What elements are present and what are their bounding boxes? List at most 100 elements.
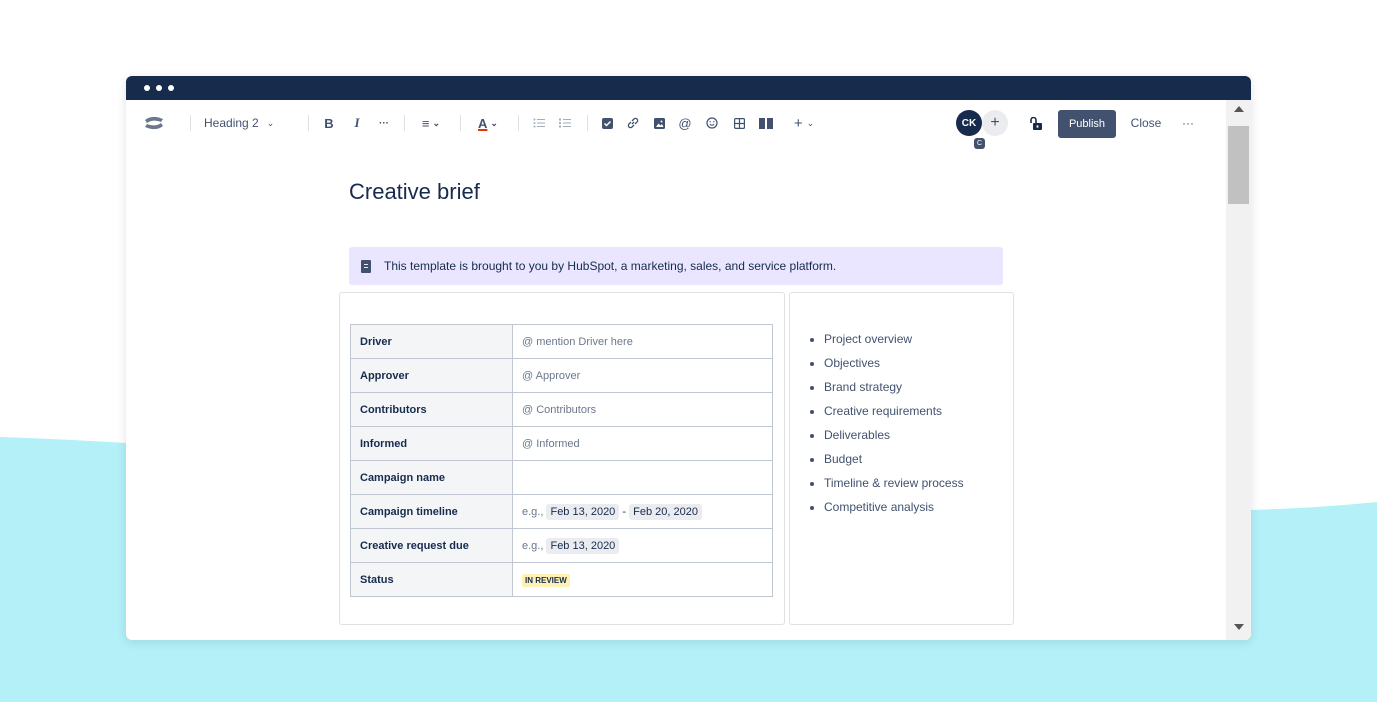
- status-badge[interactable]: IN REVIEW: [522, 573, 570, 587]
- driver-mention-field[interactable]: @ mention Driver here: [512, 324, 773, 359]
- brief-table: Driver @ mention Driver here Approver @ …: [350, 324, 773, 597]
- vertical-scrollbar[interactable]: [1226, 100, 1251, 640]
- table-row: Creative request due e.g., Feb 13, 2020: [350, 528, 773, 563]
- editor-toolbar: Heading 2 ⌄ B I ··· ≡ ⌄ A ⌄ @ + ⌄ CK + P…: [126, 100, 1226, 146]
- toc-item[interactable]: Deliverables: [824, 423, 964, 447]
- note-icon: [361, 259, 371, 273]
- align-left-icon: ≡: [421, 115, 430, 131]
- table-key-cell: Campaign name: [350, 460, 513, 495]
- text-style-label: Heading 2: [204, 116, 259, 130]
- layout-column-right: Project overview Objectives Brand strate…: [789, 292, 1014, 625]
- editor-window: Heading 2 ⌄ B I ··· ≡ ⌄ A ⌄ @ + ⌄ CK + P…: [126, 76, 1251, 640]
- close-button[interactable]: Close: [1124, 100, 1168, 146]
- campaign-name-field[interactable]: [512, 460, 773, 495]
- insert-more-button[interactable]: + ⌄: [790, 100, 818, 146]
- request-due-field[interactable]: e.g., Feb 13, 2020: [512, 528, 773, 563]
- emoji-button[interactable]: [705, 100, 719, 146]
- text-style-select[interactable]: Heading 2 ⌄: [204, 100, 274, 146]
- plus-icon: +: [793, 114, 803, 132]
- toc-item[interactable]: Competitive analysis: [824, 495, 964, 519]
- window-dot-icon: [156, 85, 162, 91]
- chevron-down-icon: ⌄: [266, 117, 275, 128]
- example-prefix: e.g.,: [522, 505, 544, 518]
- bullet-list-icon: [533, 118, 545, 128]
- informed-mention-field[interactable]: @ Informed: [512, 426, 773, 461]
- alignment-button[interactable]: ≡ ⌄: [418, 100, 444, 146]
- publish-button[interactable]: Publish: [1058, 110, 1116, 138]
- toc-item[interactable]: Timeline & review process: [824, 471, 964, 495]
- chevron-down-icon: ⌄: [432, 117, 441, 128]
- info-panel-text: This template is brought to you by HubSp…: [384, 259, 837, 273]
- page-title[interactable]: Creative brief: [349, 179, 480, 205]
- chevron-down-icon: ⌄: [490, 117, 498, 128]
- table-key-cell: Informed: [350, 426, 513, 461]
- toolbar-divider: [190, 115, 191, 131]
- table-key-cell: Creative request due: [350, 528, 513, 563]
- table-key-cell: Campaign timeline: [350, 494, 513, 529]
- table-row: Campaign timeline e.g., Feb 13, 2020 - F…: [350, 494, 773, 529]
- toolbar-divider: [518, 115, 519, 131]
- date-range-dash: -: [622, 505, 627, 518]
- table-row: Driver @ mention Driver here: [350, 324, 773, 359]
- table-key-cell: Driver: [350, 324, 513, 359]
- avatar[interactable]: CK: [956, 110, 982, 136]
- toc-item[interactable]: Creative requirements: [824, 399, 964, 423]
- restrictions-button[interactable]: [1026, 100, 1046, 146]
- table-key-cell: Approver: [350, 358, 513, 393]
- confluence-logo-icon[interactable]: [142, 100, 166, 146]
- status-field[interactable]: IN REVIEW: [512, 562, 773, 597]
- more-actions-button[interactable]: ···: [1178, 100, 1198, 146]
- scrollbar-thumb[interactable]: [1228, 126, 1249, 204]
- text-color-icon: A: [478, 115, 488, 131]
- image-button[interactable]: [652, 100, 666, 146]
- layout-column-left: Driver @ mention Driver here Approver @ …: [339, 292, 785, 625]
- scroll-down-arrow-icon[interactable]: [1234, 624, 1244, 630]
- date-chip[interactable]: Feb 13, 2020: [546, 503, 620, 520]
- table-key-cell: Contributors: [350, 392, 513, 427]
- table-of-contents: Project overview Objectives Brand strate…: [806, 327, 964, 519]
- image-icon: [653, 117, 665, 129]
- bold-button[interactable]: B: [322, 100, 336, 146]
- toc-item[interactable]: Project overview: [824, 327, 964, 351]
- window-dot-icon: [144, 85, 150, 91]
- table-row: Contributors @ Contributors: [350, 392, 773, 427]
- layouts-button[interactable]: [758, 100, 774, 146]
- add-collaborator-button[interactable]: +: [982, 110, 1008, 136]
- numbered-list-button[interactable]: [557, 100, 573, 146]
- date-chip[interactable]: Feb 13, 2020: [546, 537, 620, 554]
- action-item-button[interactable]: [600, 100, 614, 146]
- toolbar-divider: [460, 115, 461, 131]
- toc-item[interactable]: Brand strategy: [824, 375, 964, 399]
- chevron-down-icon: ⌄: [806, 117, 815, 128]
- toolbar-divider: [404, 115, 405, 131]
- scroll-up-arrow-icon[interactable]: [1234, 106, 1244, 112]
- checkbox-icon: [601, 117, 613, 129]
- unlock-icon: [1030, 116, 1042, 130]
- toolbar-divider: [308, 115, 309, 131]
- toc-item[interactable]: Budget: [824, 447, 964, 471]
- table-row: Informed @ Informed: [350, 426, 773, 461]
- link-icon: [627, 117, 639, 129]
- toc-item[interactable]: Objectives: [824, 351, 964, 375]
- window-titlebar: [126, 76, 1251, 100]
- numbered-list-icon: [559, 118, 571, 128]
- campaign-timeline-field[interactable]: e.g., Feb 13, 2020 - Feb 20, 2020: [512, 494, 773, 529]
- table-button[interactable]: [732, 100, 746, 146]
- info-panel: This template is brought to you by HubSp…: [349, 247, 1003, 285]
- text-color-button[interactable]: A ⌄: [475, 100, 501, 146]
- toolbar-divider: [587, 115, 588, 131]
- bullet-list-button[interactable]: [531, 100, 547, 146]
- emoji-icon: [706, 117, 718, 129]
- mention-button[interactable]: @: [678, 100, 692, 146]
- link-button[interactable]: [626, 100, 640, 146]
- italic-button[interactable]: I: [350, 100, 364, 146]
- avatar-status-badge: C: [974, 138, 985, 149]
- more-formatting-button[interactable]: ···: [376, 100, 392, 146]
- example-prefix: e.g.,: [522, 539, 544, 552]
- date-chip[interactable]: Feb 20, 2020: [629, 503, 702, 520]
- columns-layout-icon: [759, 117, 773, 129]
- table-row: Status IN REVIEW: [350, 562, 773, 597]
- table-key-cell: Status: [350, 562, 513, 597]
- approver-mention-field[interactable]: @ Approver: [512, 358, 773, 393]
- contributors-mention-field[interactable]: @ Contributors: [512, 392, 773, 427]
